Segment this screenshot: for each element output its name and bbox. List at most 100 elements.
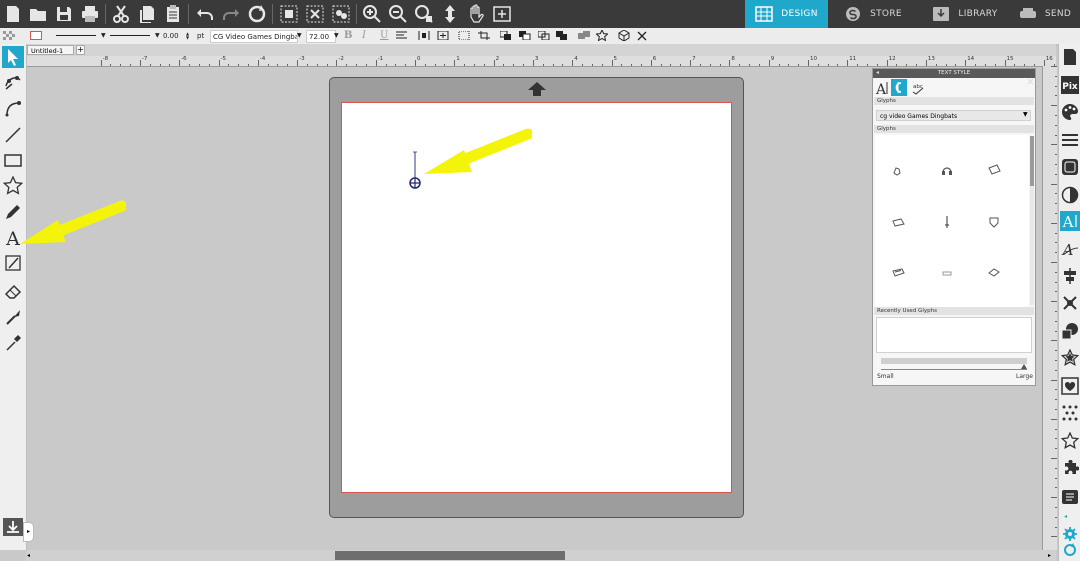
transform-heart-icon[interactable]	[1060, 376, 1080, 396]
horizontal-scrollbar[interactable]: ◂ ▸	[26, 550, 1056, 561]
select-tool-icon[interactable]	[2, 46, 24, 68]
tab-design[interactable]: DESIGN	[745, 0, 828, 28]
align-panel-icon[interactable]	[1060, 266, 1080, 286]
align-center-icon[interactable]	[437, 30, 451, 41]
glyph-item[interactable]	[940, 215, 954, 229]
glyph-item[interactable]	[891, 265, 905, 279]
transform-icon[interactable]	[478, 30, 492, 41]
underline-button[interactable]: U	[380, 30, 390, 41]
line-style-icon[interactable]	[1060, 130, 1080, 150]
glyph-item[interactable]	[891, 163, 905, 177]
trace-image-icon[interactable]	[1060, 157, 1080, 177]
line-join-select[interactable]: ▼	[110, 30, 160, 41]
text-tracing-tab-icon[interactable]: abc	[910, 80, 926, 96]
line-style-select[interactable]: ▼	[56, 30, 106, 41]
save-icon[interactable]	[53, 3, 75, 25]
line-color-swatch[interactable]	[30, 30, 44, 41]
bring-to-front-icon[interactable]	[538, 30, 552, 41]
italic-button[interactable]: I	[362, 30, 372, 41]
add-page-icon[interactable]	[491, 3, 513, 25]
collapse-right-panel-icon[interactable]: ◂	[1064, 513, 1072, 521]
weld-icon[interactable]	[578, 30, 592, 41]
glyph-item[interactable]	[987, 163, 1001, 177]
add-tab-button[interactable]: +	[76, 45, 85, 55]
eyedropper-tool-icon[interactable]	[2, 332, 24, 354]
zoom-out-icon[interactable]	[387, 3, 409, 25]
send-to-back-icon[interactable]	[556, 30, 570, 41]
scroll-left-icon[interactable]: ◂	[27, 552, 30, 559]
tab-store[interactable]: STORE	[833, 0, 913, 28]
expand-left-panel-icon[interactable]: ▸	[23, 522, 34, 542]
font-size-input[interactable]: 72.00	[306, 30, 336, 43]
3d-cube-icon[interactable]	[618, 30, 632, 41]
glyphs-tab-icon[interactable]	[891, 79, 907, 96]
refresh-icon[interactable]	[246, 3, 268, 25]
paste-icon[interactable]	[162, 3, 184, 25]
zoom-in-icon[interactable]	[361, 3, 383, 25]
panel-close-icon[interactable]	[1027, 70, 1034, 85]
bold-button[interactable]: B	[344, 30, 354, 41]
horizontal-scrollbar-thumb[interactable]	[335, 551, 565, 560]
line-width-stepper[interactable]: ▲ ▼	[186, 30, 192, 41]
select-all-icon[interactable]	[330, 3, 352, 25]
knife-tool-icon[interactable]	[2, 252, 24, 274]
line-width-input[interactable]: 0.00	[163, 30, 183, 41]
rectangle-tool-icon[interactable]	[2, 149, 24, 171]
redo-icon[interactable]	[220, 3, 242, 25]
glyph-font-select[interactable]: cg video Games Dingbats	[876, 110, 1031, 121]
font-name-select[interactable]: CG Video Games Dingbats	[210, 30, 298, 43]
close-x-icon[interactable]	[637, 30, 651, 41]
library-panel-icon[interactable]	[1060, 487, 1080, 507]
nesting-puzzle-icon[interactable]	[1060, 459, 1080, 479]
star-shape-icon[interactable]	[596, 30, 610, 41]
zoom-fit-icon[interactable]	[413, 3, 435, 25]
eraser-tool-icon[interactable]	[2, 280, 24, 302]
bring-forward-icon[interactable]	[500, 30, 514, 41]
rhinestone-icon[interactable]	[1060, 403, 1080, 423]
glyph-item[interactable]	[987, 215, 1001, 229]
glyph-size-slider[interactable]	[881, 358, 1027, 372]
font-size-dropdown-arrow[interactable]: ▼	[334, 30, 340, 41]
text-to-path-icon[interactable]: A	[1060, 239, 1080, 259]
glyph-item[interactable]	[940, 163, 954, 177]
replicate-panel-icon[interactable]	[1060, 293, 1080, 313]
transparency-icon[interactable]	[1060, 185, 1080, 205]
point-edit-tool-icon[interactable]	[2, 71, 24, 93]
fill-palette-icon[interactable]	[1060, 102, 1080, 122]
vertical-scrollbar[interactable]	[1044, 68, 1056, 550]
ungroup-icon[interactable]	[304, 3, 326, 25]
copy-icon[interactable]	[136, 3, 158, 25]
glyph-font-dropdown-arrow[interactable]: ▼	[1023, 111, 1028, 118]
page-setup-icon[interactable]	[1060, 47, 1080, 67]
new-file-icon[interactable]	[2, 3, 24, 25]
glyph-item[interactable]	[891, 215, 905, 229]
sync-icon[interactable]	[1060, 540, 1080, 560]
glyph-item[interactable]	[987, 265, 1001, 279]
fill-pattern-icon[interactable]	[3, 30, 17, 41]
font-dropdown-arrow[interactable]: ▼	[297, 30, 303, 41]
offset-star-icon[interactable]	[1060, 348, 1080, 368]
undo-icon[interactable]	[194, 3, 216, 25]
glyph-item[interactable]	[940, 265, 954, 279]
align-distribute-icon[interactable]	[418, 30, 432, 41]
cut-icon[interactable]	[110, 3, 132, 25]
sketch-star-icon[interactable]	[1060, 431, 1080, 451]
pixscan-icon[interactable]: Pix	[1060, 75, 1080, 95]
tab-send[interactable]: SEND	[1012, 0, 1078, 28]
polygon-star-tool-icon[interactable]	[2, 175, 24, 197]
modify-panel-icon[interactable]	[1060, 321, 1080, 341]
scroll-right-icon[interactable]: ▸	[1048, 552, 1051, 559]
open-folder-icon[interactable]	[27, 3, 49, 25]
move-arrows-icon[interactable]	[439, 3, 461, 25]
knife-blade-tool-icon[interactable]	[2, 306, 24, 328]
line-tool-icon[interactable]	[2, 124, 24, 146]
send-backward-icon[interactable]	[519, 30, 533, 41]
replicate-icon[interactable]	[458, 30, 472, 41]
bezier-tool-icon[interactable]	[2, 97, 24, 119]
library-download-icon[interactable]	[3, 518, 23, 536]
tab-library[interactable]: LIBRARY	[922, 0, 1008, 28]
document-tab-untitled[interactable]: Untitled-1	[27, 45, 74, 55]
text-style-icon[interactable]: A	[1060, 211, 1080, 231]
group-icon[interactable]	[278, 3, 300, 25]
text-style-tab-icon[interactable]: A	[875, 80, 889, 98]
